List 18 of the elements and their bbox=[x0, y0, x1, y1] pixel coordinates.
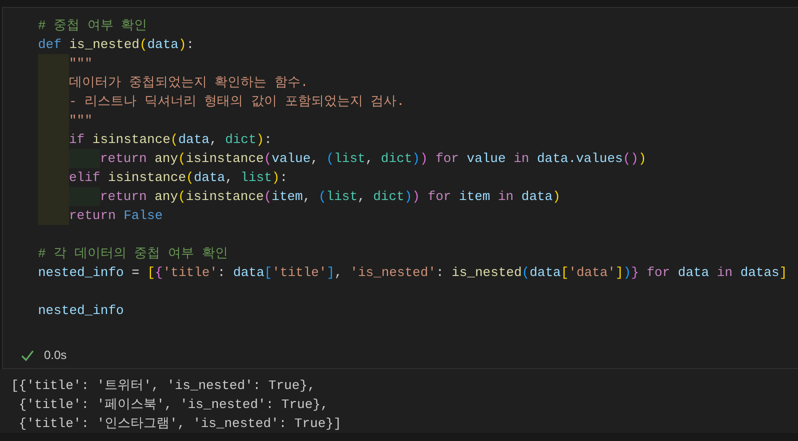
output-line: {'title': '인스타그램', 'is_nested': True}] bbox=[18, 415, 342, 433]
code-line: return any(isinstance(value, (list, dict)) for value in data.values()) bbox=[100, 150, 646, 168]
code-line: elif isinstance(data, list): bbox=[69, 169, 288, 187]
code-line: def is_nested(data): bbox=[38, 36, 194, 54]
code-line: return any(isinstance(item, (list, dict)) for item in data) bbox=[100, 188, 560, 206]
output-line: {'title': '페이스북', 'is_nested': True}, bbox=[18, 396, 328, 414]
code-line: nested_info = [{'title': data['title'], 'is_nested': is_nested(data['data'])} for data in datas] bbox=[38, 264, 788, 282]
code-line: """ bbox=[69, 55, 92, 73]
code-line: if isinstance(data, dict): bbox=[69, 131, 272, 149]
execution-time: 0.0s bbox=[44, 347, 67, 364]
code-line: nested_info bbox=[38, 302, 124, 320]
code-line: - 리스트나 딕셔너리 형태의 값이 포함되었는지 검사. bbox=[69, 93, 404, 111]
code-line: """ bbox=[69, 112, 92, 130]
code-line: # 각 데이터의 중첩 여부 확인 bbox=[38, 245, 228, 263]
code-line: # 중첩 여부 확인 bbox=[38, 17, 148, 35]
code-line: 데이터가 중첩되었는지 확인하는 함수. bbox=[69, 74, 308, 92]
code-line: return False bbox=[69, 207, 163, 225]
output-line: [{'title': '트위터', 'is_nested': True}, bbox=[11, 377, 316, 395]
